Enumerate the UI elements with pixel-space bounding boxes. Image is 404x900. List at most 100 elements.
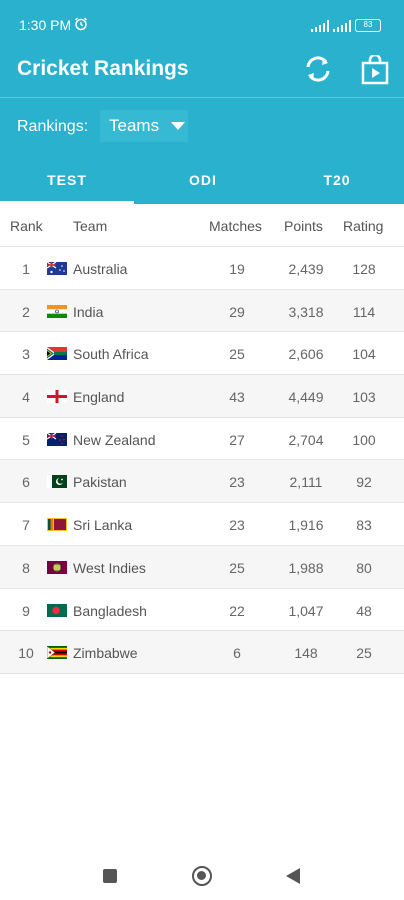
matches-cell: 6 (233, 645, 241, 662)
team-name: India (73, 303, 104, 320)
format-tabs: TEST ODI T20 (0, 158, 404, 204)
rating-cell: 25 (356, 645, 372, 662)
table-row[interactable]: 1 Australia 19 2,439 128 (0, 247, 404, 290)
tab-t20[interactable]: T20 (270, 158, 404, 204)
rating-cell: 114 (352, 303, 376, 320)
column-points: Points (284, 218, 323, 234)
chevron-down-icon (171, 122, 185, 130)
sri-lanka-flag-icon (47, 518, 67, 532)
team-name: Sri Lanka (73, 517, 133, 534)
matches-cell: 22 (229, 602, 245, 619)
rankings-table: Rank Team Matches Points Rating 1 Austra… (0, 204, 404, 674)
matches-cell: 19 (229, 261, 245, 277)
back-triangle-icon[interactable] (286, 868, 300, 884)
matches-cell: 29 (229, 303, 245, 320)
matches-cell: 25 (229, 559, 245, 576)
header-divider (0, 97, 404, 98)
australia-flag-icon (47, 262, 67, 275)
battery-icon: 83 (355, 19, 381, 32)
app-header: 1:30 PM 83 Cricket Rankings Rankings: Te… (0, 0, 404, 204)
points-cell: 4,449 (288, 389, 324, 406)
home-circle-icon[interactable] (192, 866, 212, 886)
points-cell: 1,916 (288, 517, 324, 534)
south-africa-flag-icon (47, 347, 67, 361)
rank-cell: 2 (22, 303, 30, 320)
team-name: New Zealand (73, 431, 156, 448)
rating-cell: 103 (352, 389, 376, 406)
table-row[interactable]: 8 West Indies 25 1,988 80 (0, 545, 404, 589)
points-cell: 2,439 (288, 261, 324, 277)
rank-cell: 6 (22, 474, 30, 491)
alarm-icon (75, 17, 87, 31)
team-name: Pakistan (73, 474, 127, 491)
table-row[interactable]: 4 England 43 4,449 103 (0, 375, 404, 418)
rank-cell: 10 (18, 645, 34, 662)
system-nav-bar (0, 840, 404, 900)
team-name: West Indies (73, 559, 146, 576)
matches-cell: 25 (229, 346, 245, 363)
new-zealand-flag-icon (47, 432, 67, 446)
status-time: 1:30 PM (19, 17, 72, 33)
tab-odi[interactable]: ODI (136, 158, 270, 204)
status-bar: 1:30 PM 83 (0, 0, 404, 50)
rating-cell: 104 (352, 346, 376, 363)
rating-cell: 128 (352, 261, 376, 277)
team-name: Bangladesh (73, 602, 147, 619)
column-matches: Matches (209, 218, 262, 234)
team-name: Zimbabwe (73, 645, 138, 662)
bangladesh-flag-icon (47, 603, 67, 617)
table-header: Rank Team Matches Points Rating (0, 204, 404, 247)
table-row[interactable]: 9 Bangladesh 22 1,047 48 (0, 589, 404, 632)
table-body: 1 Australia 19 2,439 128 2 India 29 3,31… (0, 247, 404, 674)
rating-cell: 83 (356, 517, 372, 534)
play-store-icon[interactable] (361, 55, 389, 85)
england-flag-icon (47, 390, 67, 404)
rating-cell: 48 (356, 602, 372, 619)
rating-cell: 100 (352, 431, 376, 448)
rank-cell: 5 (22, 431, 30, 448)
table-row[interactable]: 3 South Africa 25 2,606 104 (0, 332, 404, 376)
points-cell: 1,988 (288, 559, 324, 576)
pakistan-flag-icon (47, 475, 67, 489)
matches-cell: 23 (229, 474, 245, 491)
column-rank: Rank (10, 218, 43, 234)
points-cell: 2,606 (288, 346, 324, 363)
team-name: Australia (73, 261, 128, 277)
tab-test[interactable]: TEST (0, 158, 134, 204)
rank-cell: 3 (22, 346, 30, 363)
refresh-icon[interactable] (302, 53, 334, 85)
signal-icon-2 (333, 20, 351, 32)
recents-square-icon[interactable] (103, 869, 117, 883)
team-name: South Africa (73, 346, 149, 363)
rank-cell: 8 (22, 559, 30, 576)
rating-cell: 80 (356, 559, 372, 576)
table-row[interactable]: 5 New Zealand 27 2,704 100 (0, 418, 404, 461)
column-rating: Rating (343, 218, 384, 234)
column-team: Team (73, 218, 108, 234)
rank-cell: 1 (22, 261, 30, 277)
matches-cell: 27 (229, 431, 245, 448)
rankings-label: Rankings: (17, 118, 89, 135)
matches-cell: 23 (229, 517, 245, 534)
table-row[interactable]: 10 Zimbabwe 6 148 25 (0, 631, 404, 674)
table-row[interactable]: 6 Pakistan 23 2,111 92 (0, 460, 404, 504)
table-row[interactable]: 7 Sri Lanka 23 1,916 83 (0, 503, 404, 546)
zimbabwe-flag-icon (47, 646, 67, 660)
signal-icon (311, 20, 329, 32)
rankings-dropdown[interactable]: Teams (100, 110, 188, 142)
team-name: England (73, 389, 125, 406)
table-row[interactable]: 2 India 29 3,318 114 (0, 289, 404, 333)
rating-cell: 92 (356, 474, 372, 491)
battery-level: 83 (363, 20, 373, 29)
rank-cell: 4 (22, 389, 30, 406)
points-cell: 1,047 (288, 602, 324, 619)
points-cell: 2,111 (289, 474, 323, 491)
points-cell: 2,704 (288, 431, 324, 448)
matches-cell: 43 (229, 389, 245, 406)
rankings-selected-value: Teams (109, 116, 160, 135)
rank-cell: 9 (22, 602, 30, 619)
rank-cell: 7 (22, 517, 30, 534)
points-cell: 148 (294, 645, 318, 662)
points-cell: 3,318 (288, 303, 324, 320)
india-flag-icon (47, 304, 67, 318)
